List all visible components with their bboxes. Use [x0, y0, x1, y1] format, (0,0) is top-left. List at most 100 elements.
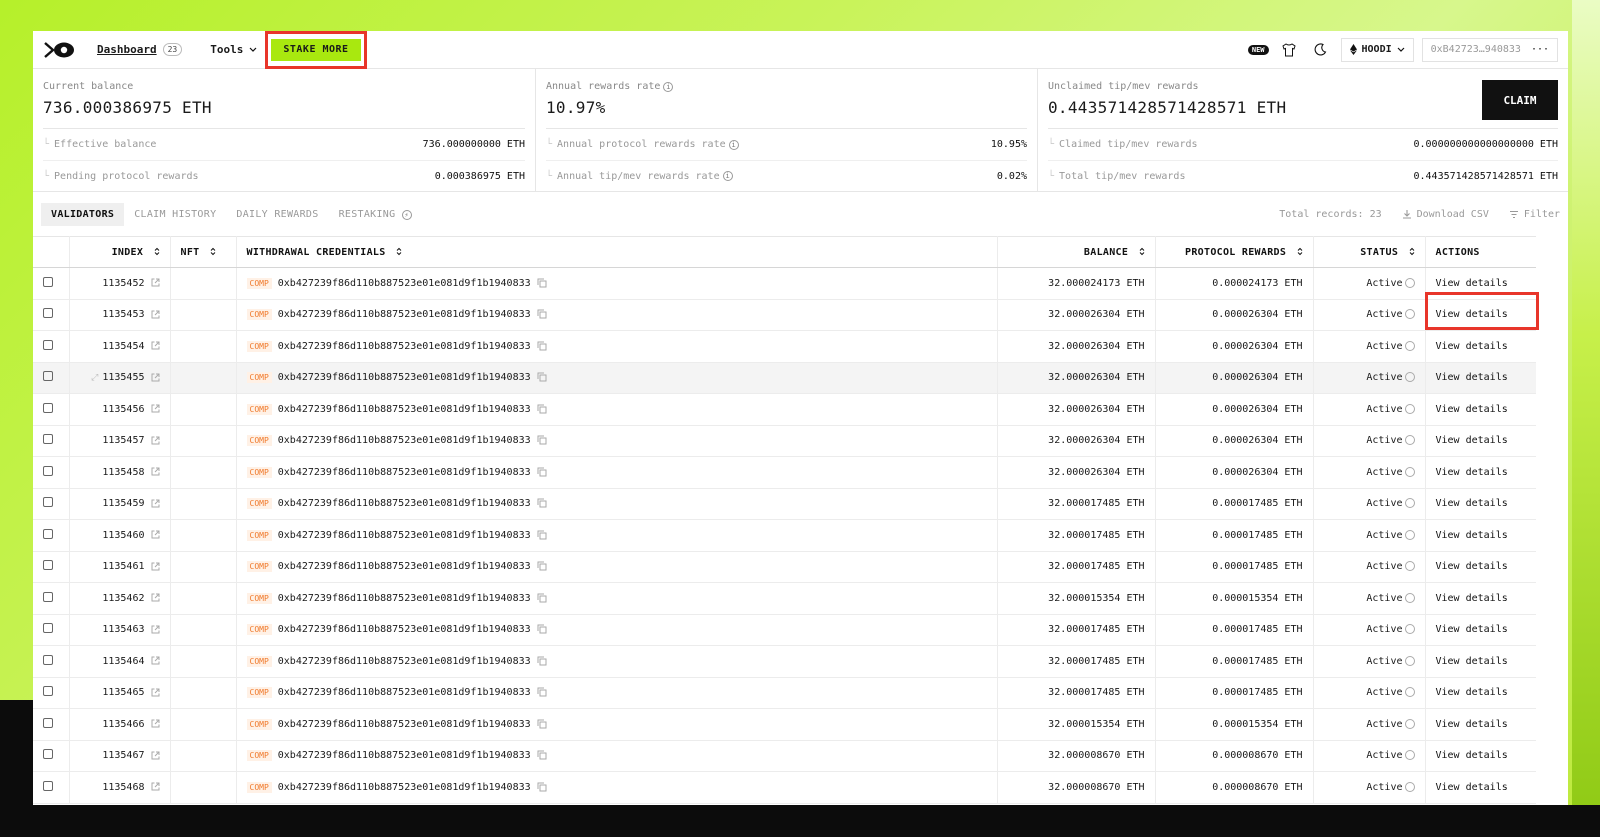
row-checkbox[interactable]	[43, 780, 53, 791]
external-link-icon[interactable]	[151, 373, 160, 382]
view-details-link[interactable]: View details	[1436, 656, 1508, 667]
tab-validators[interactable]: VALIDATORS	[41, 202, 125, 226]
copy-icon[interactable]	[537, 372, 547, 382]
view-details-link[interactable]: View details	[1436, 687, 1508, 698]
status-info-icon[interactable]	[1404, 498, 1415, 509]
info-icon[interactable]: i	[663, 81, 674, 92]
row-checkbox[interactable]	[43, 434, 53, 445]
status-info-icon[interactable]	[1404, 529, 1415, 540]
external-link-icon[interactable]	[151, 467, 160, 476]
external-link-icon[interactable]	[151, 404, 160, 413]
table-row[interactable]: 1135466 COMP 0xb427239f86d110b887523e01e08…	[33, 708, 1536, 741]
status-info-icon[interactable]	[1404, 624, 1415, 635]
external-link-icon[interactable]	[151, 278, 160, 287]
table-row[interactable]: 1135457 COMP 0xb427239f86d110b887523e01e08…	[33, 425, 1536, 457]
view-details-link[interactable]: View details	[1436, 341, 1508, 352]
status-info-icon[interactable]	[1404, 561, 1415, 572]
table-row[interactable]: 1135463 COMP 0xb427239f86d110b887523e01e08…	[33, 614, 1536, 646]
external-link-icon[interactable]	[151, 499, 160, 508]
view-details-link[interactable]: View details	[1436, 372, 1508, 383]
copy-icon[interactable]	[537, 309, 547, 319]
status-info-icon[interactable]	[1404, 435, 1415, 446]
status-info-icon[interactable]	[1404, 403, 1415, 414]
copy-icon[interactable]	[537, 719, 547, 729]
table-row[interactable]: 1135453 COMP 0xb427239f86d110b887523e01e08…	[33, 299, 1536, 331]
view-details-link[interactable]: View details	[1436, 404, 1508, 415]
external-link-icon[interactable]	[151, 593, 160, 602]
row-checkbox[interactable]	[43, 749, 53, 760]
copy-icon[interactable]	[537, 404, 547, 414]
view-details-link[interactable]: View details	[1436, 624, 1508, 635]
filter-button[interactable]: Filter	[1509, 209, 1560, 220]
copy-icon[interactable]	[537, 687, 547, 697]
row-checkbox[interactable]	[43, 591, 53, 602]
external-link-icon[interactable]	[151, 751, 160, 760]
copy-icon[interactable]	[537, 278, 547, 288]
status-info-icon[interactable]	[1404, 372, 1415, 383]
status-info-icon[interactable]	[1404, 277, 1415, 288]
row-checkbox[interactable]	[43, 654, 53, 665]
wallet-button[interactable]: 0xB42723…940833 ···	[1421, 37, 1558, 62]
copy-icon[interactable]	[537, 750, 547, 760]
view-details-link[interactable]: View details	[1436, 593, 1508, 604]
info-icon[interactable]: i	[722, 171, 733, 181]
expand-icon[interactable]: ⤢	[91, 373, 98, 383]
index-header[interactable]: INDEX	[69, 236, 171, 268]
table-row[interactable]: 1135459 COMP 0xb427239f86d110b887523e01e08…	[33, 488, 1536, 520]
view-details-link[interactable]: View details	[1436, 498, 1508, 509]
row-checkbox[interactable]	[43, 465, 53, 476]
row-checkbox[interactable]	[43, 528, 53, 539]
view-details-link[interactable]: View details	[1436, 530, 1508, 541]
tab-restaking[interactable]: RESTAKING ⚡	[329, 203, 422, 226]
view-details-link[interactable]: View details	[1436, 435, 1508, 446]
view-details-link[interactable]: View details	[1436, 782, 1508, 793]
copy-icon[interactable]	[537, 782, 547, 792]
copy-icon[interactable]	[537, 624, 547, 634]
table-row[interactable]: 1135462 COMP 0xb427239f86d110b887523e01e08…	[33, 582, 1536, 615]
balance-header[interactable]: BALANCE	[997, 236, 1156, 268]
view-details-link[interactable]: View details	[1436, 278, 1508, 289]
info-icon[interactable]: i	[728, 139, 739, 150]
claim-button[interactable]: CLAIM	[1482, 80, 1558, 120]
status-info-icon[interactable]	[1404, 750, 1415, 761]
status-info-icon[interactable]	[1404, 655, 1415, 666]
copy-icon[interactable]	[537, 593, 547, 603]
row-checkbox[interactable]	[43, 339, 53, 350]
external-link-icon[interactable]	[151, 688, 160, 697]
status-info-icon[interactable]	[1404, 592, 1415, 603]
copy-icon[interactable]	[537, 467, 547, 477]
row-checkbox[interactable]	[43, 308, 53, 319]
stake-more-button[interactable]: STAKE MORE	[271, 38, 361, 61]
row-checkbox[interactable]	[43, 497, 53, 508]
credentials-header[interactable]: WITHDRAWAL CREDENTIALS	[236, 236, 998, 268]
table-row[interactable]: ⤢ 1135455 COMP 0xb427239f86d110b887523e01e0…	[33, 362, 1536, 394]
table-row[interactable]: 1135465 COMP 0xb427239f86d110b887523e01e08…	[33, 677, 1536, 709]
status-info-icon[interactable]	[1404, 687, 1415, 698]
external-link-icon[interactable]	[151, 310, 160, 319]
copy-icon[interactable]	[537, 435, 547, 445]
table-row[interactable]: 1135458 COMP 0xb427239f86d110b887523e01e08…	[33, 456, 1536, 489]
table-row[interactable]: 1135468 COMP 0xb427239f86d110b887523e01e08…	[33, 771, 1536, 804]
row-checkbox[interactable]	[43, 717, 53, 728]
status-info-icon[interactable]	[1404, 466, 1415, 477]
logo-icon[interactable]	[43, 39, 77, 61]
row-checkbox[interactable]	[43, 402, 53, 413]
download-csv-button[interactable]: Download CSV	[1402, 209, 1489, 220]
view-details-link[interactable]: View details	[1436, 719, 1508, 730]
external-link-icon[interactable]	[151, 341, 160, 350]
status-header[interactable]: STATUS	[1313, 236, 1426, 268]
row-checkbox[interactable]	[43, 686, 53, 697]
status-info-icon[interactable]	[1404, 781, 1415, 792]
row-checkbox[interactable]	[43, 623, 53, 634]
row-checkbox[interactable]	[43, 371, 53, 382]
table-row[interactable]: 1135464 COMP 0xb427239f86d110b887523e01e08…	[33, 645, 1536, 678]
row-checkbox[interactable]	[43, 276, 53, 287]
dark-mode-toggle[interactable]	[1309, 38, 1333, 62]
tools-menu[interactable]: Tools	[210, 43, 257, 56]
dashboard-link[interactable]: Dashboard	[97, 43, 157, 56]
table-row[interactable]: 1135452 COMP 0xb427239f86d110b887523e01e08…	[33, 267, 1536, 300]
status-info-icon[interactable]	[1404, 340, 1415, 351]
external-link-icon[interactable]	[151, 782, 160, 791]
view-details-link[interactable]: View details	[1436, 561, 1508, 572]
view-details-link[interactable]: View details	[1436, 467, 1508, 478]
